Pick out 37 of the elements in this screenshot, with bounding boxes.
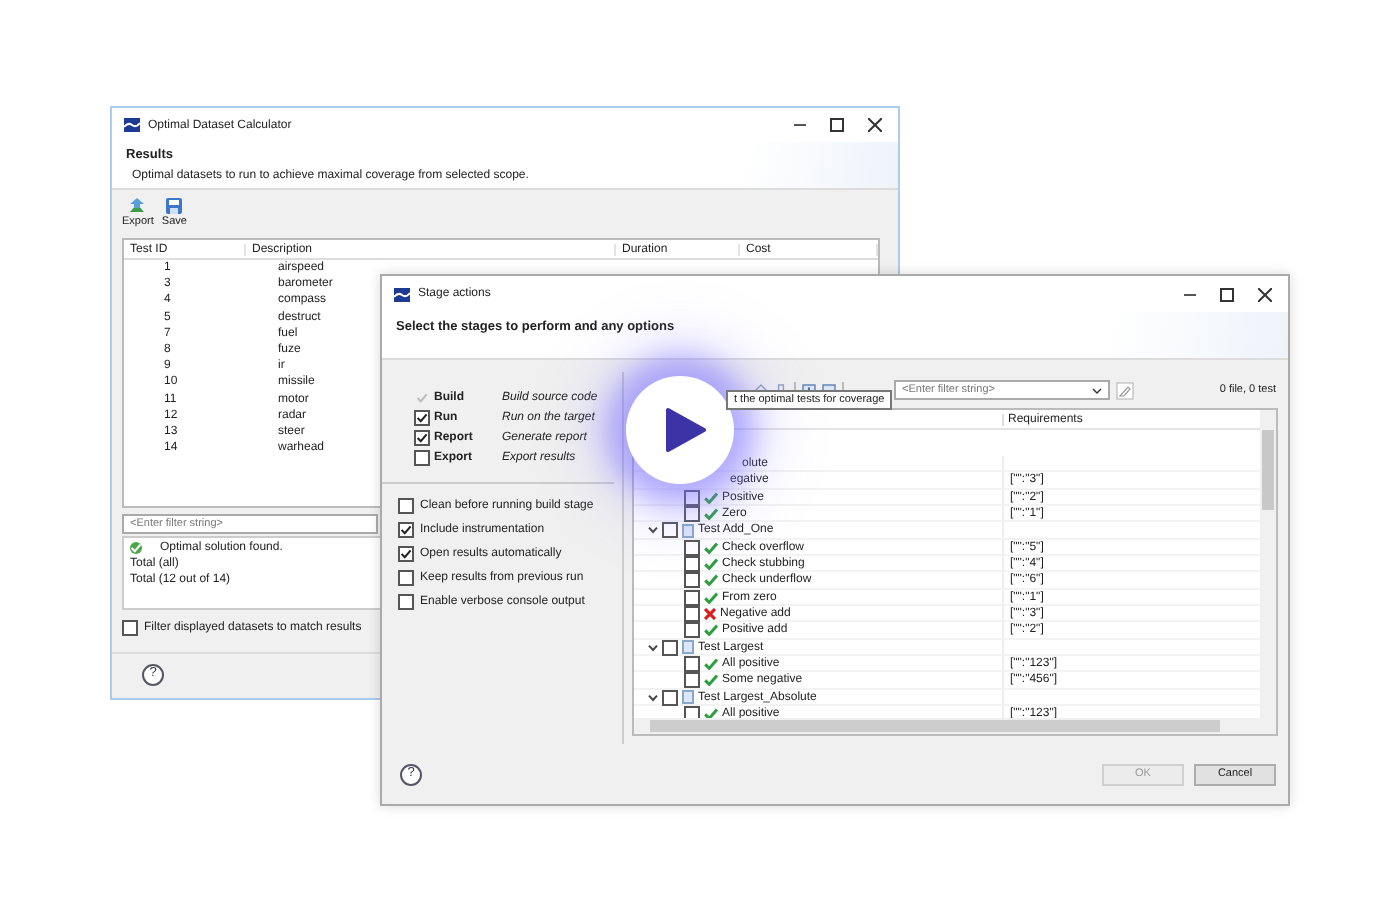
checkbox[interactable]	[684, 572, 700, 589]
maximize-icon[interactable]	[830, 118, 844, 132]
app-logo-icon	[124, 118, 140, 132]
chevron-icon[interactable]	[648, 643, 658, 652]
scrollbar-thumb[interactable]	[650, 720, 1220, 732]
caret-icon[interactable]	[1092, 387, 1102, 393]
checkbox[interactable]	[414, 430, 430, 446]
checkbox[interactable]	[414, 450, 430, 466]
close-icon[interactable]	[1258, 287, 1272, 301]
checkbox[interactable]	[684, 556, 700, 573]
file-icon	[682, 690, 694, 705]
close-icon[interactable]	[868, 118, 882, 132]
app-logo-icon	[394, 287, 410, 301]
chevron-icon[interactable]	[648, 526, 658, 535]
checkbox[interactable]	[398, 546, 414, 562]
maximize-icon[interactable]	[1220, 287, 1234, 301]
checkbox[interactable]	[684, 506, 700, 523]
save-icon	[166, 198, 183, 214]
checkbox[interactable]	[684, 656, 700, 673]
checkbox[interactable]	[684, 622, 700, 639]
checkbox[interactable]	[398, 498, 414, 514]
minimize-icon[interactable]	[1184, 293, 1196, 295]
checkbox[interactable]	[398, 570, 414, 586]
chevron-icon[interactable]	[648, 693, 658, 702]
checkbox[interactable]	[414, 410, 430, 426]
scrollbar-thumb[interactable]	[1262, 430, 1274, 510]
play-icon	[665, 408, 705, 452]
checkbox[interactable]	[122, 620, 138, 636]
checkbox[interactable]	[398, 522, 414, 538]
success-icon	[130, 542, 142, 554]
checkbox[interactable]	[398, 594, 414, 610]
export-icon	[128, 198, 147, 214]
file-icon	[682, 640, 694, 655]
checkbox[interactable]	[684, 672, 700, 689]
checkbox[interactable]	[662, 522, 678, 539]
checkbox[interactable]	[684, 606, 700, 623]
file-icon	[682, 523, 694, 538]
